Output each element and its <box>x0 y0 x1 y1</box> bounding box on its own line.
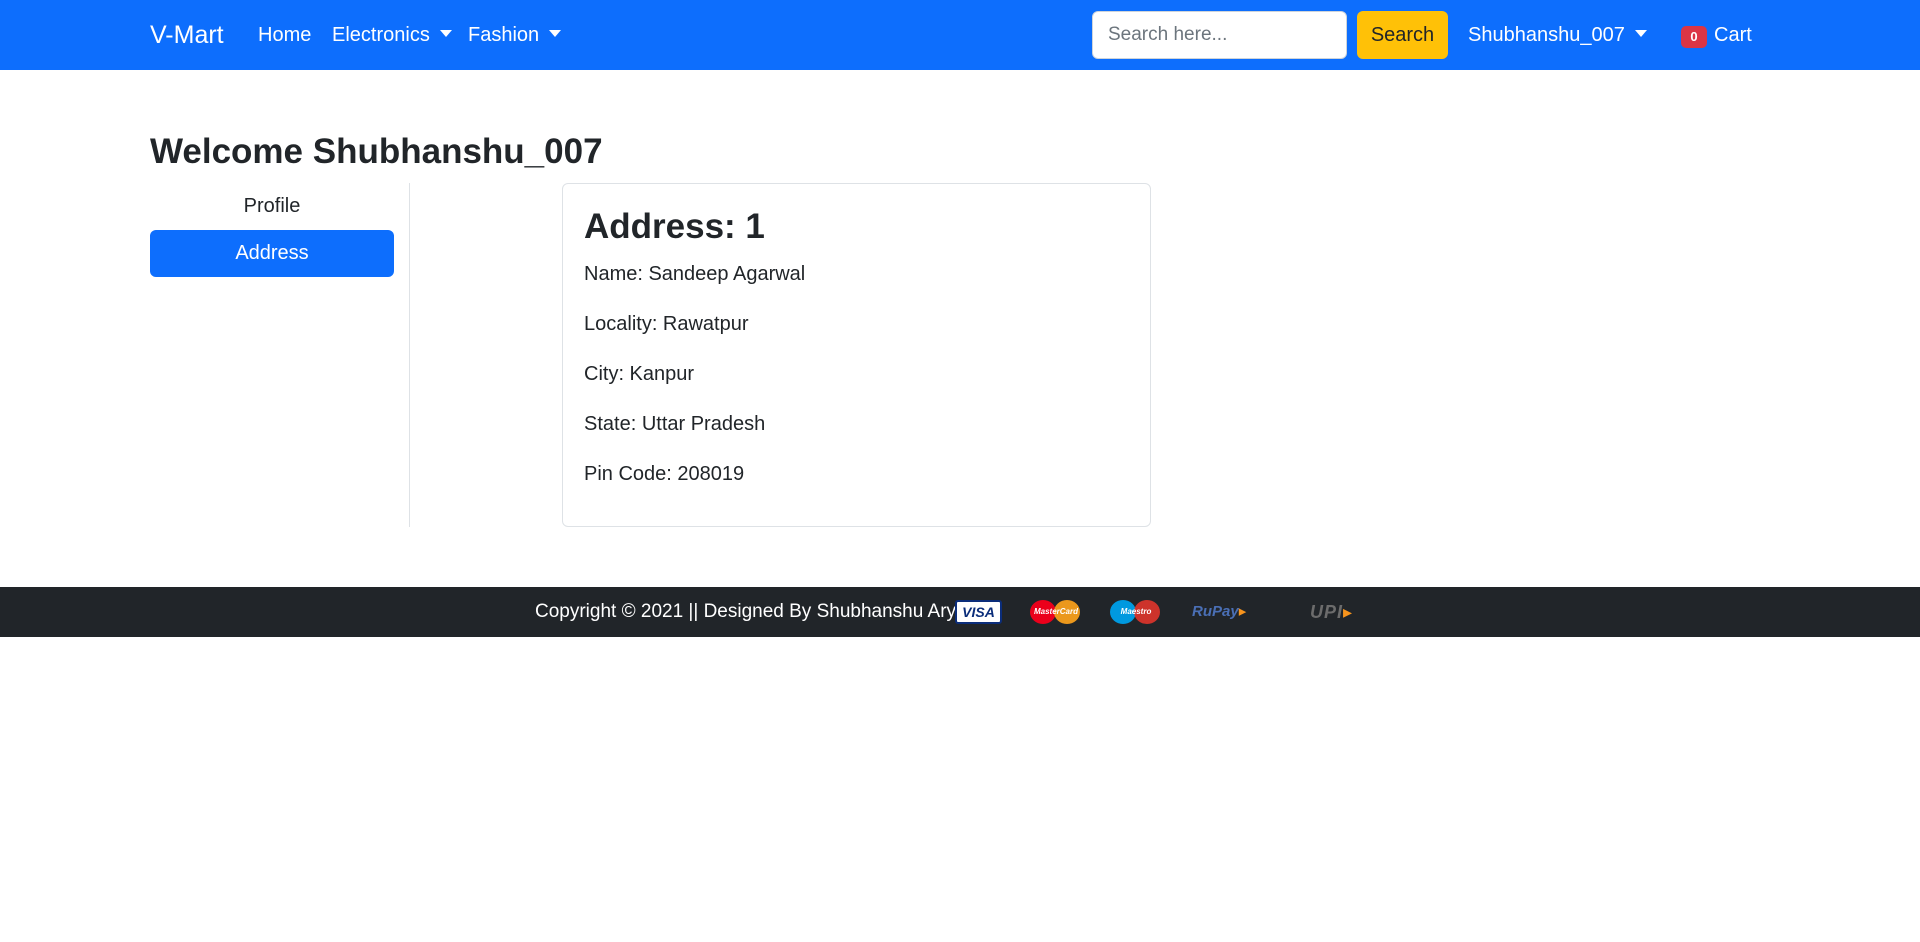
search-button[interactable]: Search <box>1357 11 1448 59</box>
user-menu-dropdown[interactable]: Shubhanshu_007 <box>1468 22 1647 48</box>
nav-dropdown-label: Electronics <box>332 24 430 46</box>
visa-logo-icon: VISA <box>955 600 1002 624</box>
caret-down-icon <box>439 30 452 38</box>
user-menu-label: Shubhanshu_007 <box>1468 24 1625 46</box>
footer-copyright: Copyright © 2021 || Designed By Shubhans… <box>535 601 982 622</box>
caret-down-icon <box>1634 30 1647 38</box>
address-card-title: Address: 1 <box>584 207 765 246</box>
brand-logo[interactable]: V-Mart <box>150 20 224 50</box>
mastercard-logo-icon: MasterCard <box>1030 600 1082 624</box>
address-pin-code: Pin Code: 208019 <box>584 463 745 485</box>
top-navbar: V-Mart Home Electronics Fashion Search S… <box>0 0 1920 70</box>
page-title: Welcome Shubhanshu_007 <box>150 132 603 171</box>
nav-dropdown-label: Fashion <box>468 24 540 46</box>
upi-logo-icon: UPI▸ <box>1310 602 1354 622</box>
maestro-logo-icon: Maestro <box>1110 600 1162 624</box>
cart-count-badge[interactable]: 0 <box>1681 26 1707 48</box>
nav-dropdown-fashion[interactable]: Fashion <box>468 22 562 48</box>
caret-down-icon <box>549 30 562 38</box>
nav-link-home[interactable]: Home <box>258 22 311 48</box>
address-state: State: Uttar Pradesh <box>584 413 766 435</box>
address-name: Name: Sandeep Agarwal <box>584 263 806 285</box>
address-city: City: Kanpur <box>584 363 695 385</box>
sidebar-item-profile[interactable]: Profile <box>150 183 394 230</box>
sidebar-item-address[interactable]: Address <box>150 230 394 277</box>
search-input[interactable] <box>1092 11 1347 59</box>
address-card: Address: 1 Name: Sandeep Agarwal Localit… <box>562 183 1151 527</box>
rupay-logo-icon: RuPay▸ <box>1192 603 1247 620</box>
sidebar-divider <box>409 183 410 527</box>
address-locality: Locality: Rawatpur <box>584 313 749 335</box>
nav-dropdown-electronics[interactable]: Electronics <box>332 22 452 48</box>
footer: Copyright © 2021 || Designed By Shubhans… <box>0 587 1920 637</box>
cart-link[interactable]: Cart <box>1714 22 1752 48</box>
